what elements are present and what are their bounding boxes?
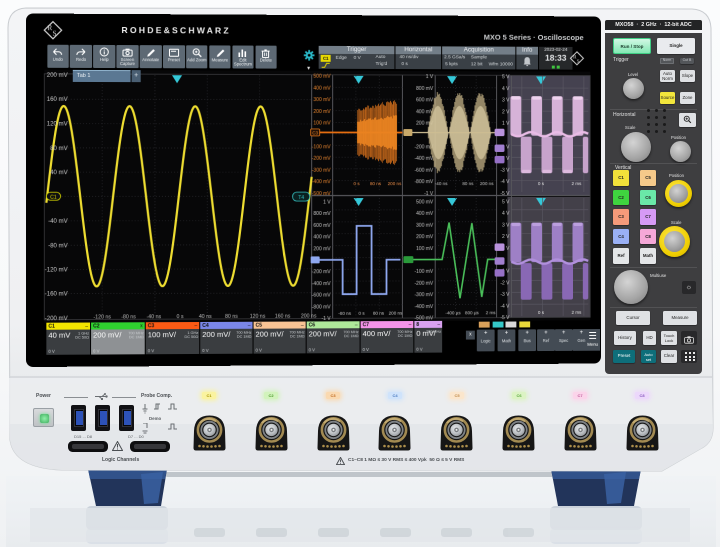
svg-text:0 s: 0 s xyxy=(359,311,366,316)
svg-text:-40 ns: -40 ns xyxy=(435,181,448,186)
svg-text:2 V: 2 V xyxy=(502,234,510,240)
svg-text:-400 mV: -400 mV xyxy=(312,281,331,287)
svg-text:2 V: 2 V xyxy=(502,109,510,115)
svg-text:3 V: 3 V xyxy=(502,223,510,229)
svg-text:-120 mV: -120 mV xyxy=(45,268,68,274)
svg-text:-800 mV: -800 mV xyxy=(312,304,331,310)
svg-text:200 mV: 200 mV xyxy=(313,109,331,115)
svg-text:-4 V: -4 V xyxy=(500,179,510,185)
svg-text:1 V: 1 V xyxy=(426,74,434,80)
svg-text:400 mV: 400 mV xyxy=(416,211,434,217)
svg-text:-400 mV: -400 mV xyxy=(414,304,433,310)
svg-text:200 ns: 200 ns xyxy=(388,181,402,186)
svg-text:600 mV: 600 mV xyxy=(416,97,434,103)
svg-text:0 s: 0 s xyxy=(538,181,545,186)
svg-text:-4 V: -4 V xyxy=(500,304,510,310)
svg-text:-200 mV: -200 mV xyxy=(312,269,331,275)
svg-text:-5 V: -5 V xyxy=(500,315,510,321)
svg-text:5 V: 5 V xyxy=(502,74,510,80)
svg-text:-40 mV: -40 mV xyxy=(48,219,68,225)
svg-text:-160 mV: -160 mV xyxy=(45,292,68,298)
svg-text:-200 mV: -200 mV xyxy=(312,156,331,162)
svg-text:800 µs: 800 µs xyxy=(465,310,479,315)
svg-text:5 V: 5 V xyxy=(502,199,510,205)
svg-text:-300 mV: -300 mV xyxy=(312,168,331,174)
svg-text:200 mV: 200 mV xyxy=(313,246,331,252)
svg-text:40 ns: 40 ns xyxy=(199,314,212,320)
svg-text:T4: T4 xyxy=(298,195,304,201)
svg-text:40 mV: 40 mV xyxy=(50,170,68,176)
svg-text:500 mV: 500 mV xyxy=(416,200,434,206)
svg-text:600 mV: 600 mV xyxy=(313,223,331,229)
svg-text:80 ns: 80 ns xyxy=(373,311,385,316)
svg-text:200 ns: 200 ns xyxy=(389,311,403,316)
svg-text:-3 V: -3 V xyxy=(500,168,510,174)
svg-text:-600 mV: -600 mV xyxy=(312,293,331,299)
svg-text:-5 V: -5 V xyxy=(500,191,510,197)
svg-text:0 s: 0 s xyxy=(354,181,361,186)
svg-text:-2 V: -2 V xyxy=(500,280,510,286)
svg-text:-400 mV: -400 mV xyxy=(312,179,331,185)
svg-text:200 ns: 200 ns xyxy=(480,181,494,186)
svg-text:80 ns: 80 ns xyxy=(370,181,382,186)
svg-text:1 V: 1 V xyxy=(323,200,331,206)
svg-text:160 mV: 160 mV xyxy=(47,97,68,103)
svg-text:-300 mV: -300 mV xyxy=(414,292,433,298)
svg-text:80 mV: 80 mV xyxy=(50,146,68,152)
svg-text:-3 V: -3 V xyxy=(500,292,510,298)
svg-text:-40 ns: -40 ns xyxy=(147,314,162,320)
svg-text:-1 V: -1 V xyxy=(424,191,434,197)
svg-text:80 ns: 80 ns xyxy=(462,181,474,186)
svg-text:400 mV: 400 mV xyxy=(313,85,331,91)
svg-text:-200 mV: -200 mV xyxy=(45,316,68,322)
svg-text:-500 mV: -500 mV xyxy=(312,191,331,197)
svg-text:S: S xyxy=(52,30,56,38)
svg-text:0 s: 0 s xyxy=(177,314,184,320)
svg-text:2 ms: 2 ms xyxy=(486,310,496,315)
svg-text:100 mV: 100 mV xyxy=(416,246,434,252)
svg-text:120 mV: 120 mV xyxy=(47,122,68,128)
svg-text:-600 mV: -600 mV xyxy=(414,168,433,174)
svg-text:-100 mV: -100 mV xyxy=(414,269,433,275)
svg-text:-200 mV: -200 mV xyxy=(414,281,433,287)
svg-text:400 mV: 400 mV xyxy=(313,235,331,241)
svg-text:0 s: 0 s xyxy=(538,310,545,315)
svg-text:C1: C1 xyxy=(50,195,57,201)
svg-text:800 mV: 800 mV xyxy=(416,86,434,92)
svg-text:160 ns: 160 ns xyxy=(275,314,291,320)
svg-text:-120 ns: -120 ns xyxy=(93,314,111,320)
svg-text:4 V: 4 V xyxy=(502,86,510,92)
svg-text:300 mV: 300 mV xyxy=(416,223,434,229)
svg-text:-400 mV: -400 mV xyxy=(414,156,433,162)
svg-text:-80 ns: -80 ns xyxy=(121,314,136,320)
svg-text:100 mV: 100 mV xyxy=(313,121,331,127)
svg-text:200 ns: 200 ns xyxy=(301,314,317,320)
svg-text:-80 mV: -80 mV xyxy=(48,243,68,249)
svg-text:C3: C3 xyxy=(312,130,318,135)
svg-text:300 mV: 300 mV xyxy=(313,97,331,103)
svg-text:-800 mV: -800 mV xyxy=(414,179,433,185)
svg-text:4 V: 4 V xyxy=(502,211,510,217)
svg-text:1 V: 1 V xyxy=(502,121,510,127)
svg-text:200 mV: 200 mV xyxy=(416,234,434,240)
svg-text:800 mV: 800 mV xyxy=(313,211,331,217)
svg-text:200 mV: 200 mV xyxy=(47,73,68,79)
svg-text:-400 µs: -400 µs xyxy=(445,310,461,315)
svg-text:2 ms: 2 ms xyxy=(572,181,582,186)
svg-text:80 ns: 80 ns xyxy=(225,314,238,320)
svg-text:120 ns: 120 ns xyxy=(250,314,266,320)
svg-text:3 V: 3 V xyxy=(502,98,510,104)
svg-text:S: S xyxy=(577,59,580,65)
svg-text:2 ms: 2 ms xyxy=(572,310,582,315)
svg-text:500 mV: 500 mV xyxy=(313,74,331,80)
svg-text:-100 mV: -100 mV xyxy=(312,144,331,150)
svg-text:-80 ns: -80 ns xyxy=(338,311,351,316)
